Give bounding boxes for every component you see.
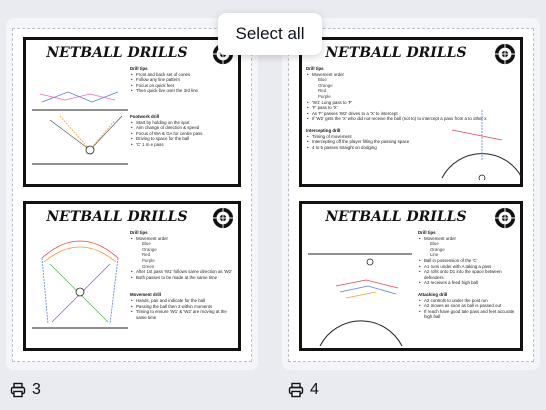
- list-item: A2 receives a feed high ball: [418, 280, 516, 286]
- list-item: 4 to 5 passes straight on dodging: [306, 145, 500, 151]
- drill-notes: Drill tips Movement order Blue Orange Li…: [418, 228, 516, 344]
- drill-diagram: [32, 240, 128, 329]
- card-title: NETBALL DRILLS: [325, 209, 467, 225]
- list-item: Both passes to be made at the same time: [130, 275, 234, 281]
- card-title: NETBALL DRILLS: [46, 209, 188, 225]
- list-item: Movement order: [418, 236, 516, 242]
- list-item: If 'W2' gets the 'X' who did not receive…: [306, 116, 500, 122]
- list-item: 'C' 1 m e pass: [130, 142, 234, 148]
- page-number-label[interactable]: 3: [10, 381, 41, 399]
- drill-notes: Drill tips Movement order Blue Orange Re…: [130, 228, 234, 344]
- drill-card: NETBALL DRILLS Drill tips Movement order…: [299, 201, 523, 351]
- drill-notes: Drill tips Front and back set of cones F…: [130, 64, 234, 180]
- card-title: NETBALL DRILLS: [325, 45, 467, 61]
- drill-card: NETBALL DRILLS Drill tips Movement order: [23, 201, 241, 351]
- page-number: 3: [32, 381, 41, 398]
- page-number-label[interactable]: 4: [288, 381, 319, 399]
- list-item: Then quick live over the 3rd line: [130, 88, 234, 94]
- list-item: Timing to ensure 'W1' & 'W2' are moving …: [130, 309, 234, 320]
- drill-diagram: [308, 253, 412, 346]
- printer-icon: [10, 382, 26, 398]
- select-all-button[interactable]: Select all: [218, 13, 322, 55]
- list-item: If reach have good tale pass and feet ac…: [418, 309, 516, 320]
- drill-card: NETBALL DRILLS Drill tips Front and back…: [23, 37, 241, 187]
- drill-notes: Drill tips Movement order Blue Orange Re…: [306, 64, 500, 180]
- list-item: A2 rolls onto D1 into the space between …: [418, 269, 516, 280]
- printer-icon: [288, 382, 304, 398]
- page-canvas: NETBALL DRILLS Drill tips Front and back…: [12, 28, 252, 362]
- page-panel-3[interactable]: NETBALL DRILLS Drill tips Front and back…: [6, 18, 258, 370]
- netball-icon: [212, 207, 234, 229]
- netball-icon: [494, 43, 516, 65]
- page-canvas: NETBALL DRILLS Drill tips Movement order…: [288, 28, 534, 362]
- netball-icon: [494, 207, 516, 229]
- list-item: Movement order: [306, 72, 500, 78]
- card-title: NETBALL DRILLS: [46, 45, 188, 61]
- drill-card: NETBALL DRILLS Drill tips Movement order…: [299, 37, 523, 187]
- list-item: Movement order: [130, 236, 234, 242]
- drill-diagram: [32, 91, 128, 165]
- page-number: 4: [310, 381, 319, 398]
- page-panel-4[interactable]: NETBALL DRILLS Drill tips Movement order…: [282, 18, 540, 370]
